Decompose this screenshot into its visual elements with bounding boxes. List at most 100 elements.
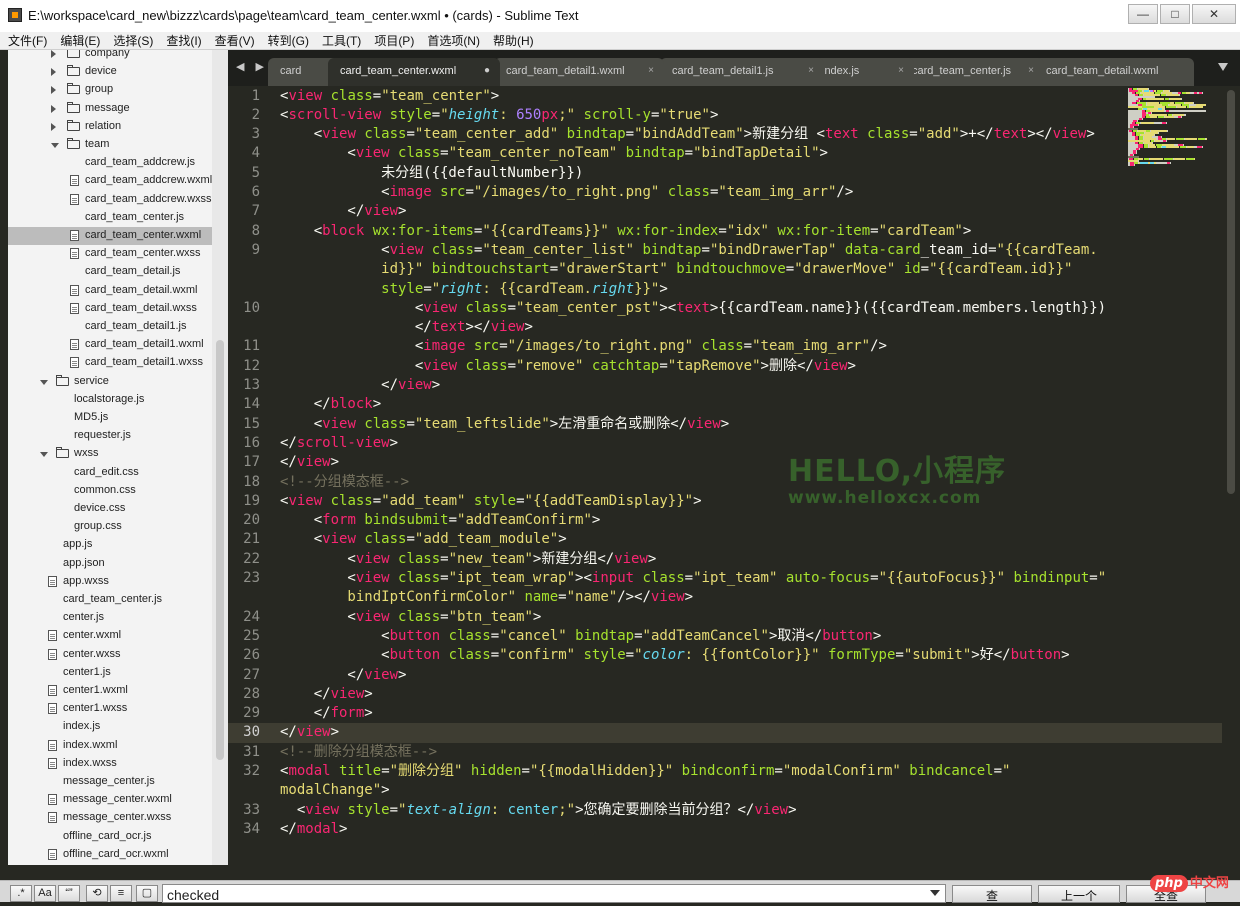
code-line[interactable]: <view class="btn_team"> (280, 608, 541, 627)
code-line[interactable]: </modal> (280, 820, 347, 839)
tab-1[interactable]: card_team_center.wxml ● (328, 58, 500, 86)
code-line[interactable]: style="right: {{cardTeam.right}}"> (280, 280, 668, 299)
file-item[interactable]: center1.js (8, 664, 212, 682)
file-item[interactable]: card_team_center.js (8, 591, 212, 609)
menu-item[interactable]: 工具(T) (322, 32, 361, 49)
code-line[interactable]: <form bindsubmit="addTeamConfirm"> (280, 511, 601, 530)
file-item[interactable]: offline_card_ocr.js (8, 828, 212, 846)
code-editor[interactable]: 1 2 3 4 5 6 7 8 9 10 11 12 13 14 15 16 17 18 19 20 21 22 23 24 2… (228, 86, 1240, 880)
tab-nav-arrows[interactable]: ◀ ▶ (236, 60, 268, 73)
code-line[interactable]: <view style="text-align: center;">您确定要删除… (280, 801, 797, 820)
code-line[interactable]: <modal title="删除分组" hidden="{{modalHidde… (280, 762, 1010, 781)
file-item[interactable]: group.css (8, 518, 212, 536)
file-item[interactable]: app.json (8, 555, 212, 573)
file-item[interactable]: card_team_addcrew.js (8, 154, 212, 172)
whole-word-toggle-button[interactable]: “” (58, 885, 80, 902)
code-line[interactable]: </view> (280, 685, 373, 704)
code-line[interactable]: <image src="/images/to_right.png" class=… (280, 183, 853, 202)
file-item[interactable]: localstorage.js (8, 391, 212, 409)
file-item[interactable]: index.wxml (8, 737, 212, 755)
code-line[interactable]: modalChange"> (280, 781, 390, 800)
tab-close-icon[interactable]: × (648, 58, 654, 84)
file-item[interactable]: card_team_detail1.wxml (8, 336, 212, 354)
file-item[interactable]: MD5.js (8, 409, 212, 427)
tab-4[interactable]: index.js × (810, 58, 914, 86)
menu-item[interactable]: 项目(P) (374, 32, 414, 49)
code-line[interactable]: <view class="ipt_team_wrap"><input class… (280, 569, 1106, 588)
minimize-button[interactable]: — (1128, 4, 1158, 24)
chevron-right-icon[interactable] (51, 104, 56, 113)
in-selection-toggle-button[interactable]: ≡ (110, 885, 132, 902)
file-item[interactable]: center.wxss (8, 646, 212, 664)
menu-item[interactable]: 转到(G) (268, 32, 309, 49)
file-item[interactable]: message_center.wxss (8, 809, 212, 827)
code-line[interactable]: <view class="team_center"> (280, 87, 499, 106)
find-button[interactable]: 查 (952, 885, 1032, 903)
regex-toggle-button[interactable]: .* (10, 885, 32, 902)
file-item[interactable]: card_team_detail1.wxss (8, 354, 212, 372)
code-line[interactable]: <button class="cancel" bindtap="addTeamC… (280, 627, 881, 646)
code-line[interactable]: <view class="remove" catchtap="tapRemove… (280, 357, 856, 376)
code-line[interactable]: </view> (280, 376, 440, 395)
tab-close-icon[interactable]: × (1028, 58, 1034, 84)
maximize-button[interactable]: □ (1160, 4, 1190, 24)
menu-item[interactable]: 文件(F) (8, 32, 47, 49)
tab-6[interactable]: card_team_detail.wxml (1034, 58, 1194, 86)
code-line[interactable]: </form> (280, 704, 373, 723)
editor-scrollbar[interactable] (1222, 86, 1240, 880)
code-line[interactable]: 未分组({{defaultNumber}}) (280, 164, 583, 183)
file-item[interactable]: index.js (8, 718, 212, 736)
menu-item[interactable]: 帮助(H) (493, 32, 534, 49)
file-item[interactable]: index.wxss (8, 755, 212, 773)
menu-item[interactable]: 首选项(N) (427, 32, 480, 49)
menu-item[interactable]: 编辑(E) (60, 32, 100, 49)
code-line[interactable]: <scroll-view style="height: 650px;" scro… (280, 106, 718, 125)
file-item[interactable]: card_team_addcrew.wxml (8, 172, 212, 190)
code-line[interactable]: </block> (280, 395, 381, 414)
close-button[interactable]: ✕ (1192, 4, 1236, 24)
file-item[interactable]: app.wxss (8, 573, 212, 591)
folder-item[interactable]: team (8, 136, 212, 154)
file-item[interactable]: center.js (8, 609, 212, 627)
code-line[interactable]: </scroll-view> (280, 434, 398, 453)
file-item[interactable]: card_edit.css (8, 464, 212, 482)
file-item[interactable]: card_team_detail.wxss (8, 300, 212, 318)
find-input[interactable]: checked (162, 884, 946, 903)
code-line[interactable]: id}}" bindtouchstart="drawerStart" bindt… (280, 260, 1072, 279)
file-item[interactable]: card_team_addcrew.wxss (8, 191, 212, 209)
tab-close-icon[interactable]: × (898, 58, 904, 84)
file-item[interactable]: card_team_center.wxss (8, 245, 212, 263)
tab-dropdown-icon[interactable] (1218, 63, 1228, 71)
code-line[interactable]: <view class="add_team_module"> (280, 530, 567, 549)
code-line[interactable]: </view> (280, 202, 406, 221)
file-item[interactable]: message_center.wxml (8, 791, 212, 809)
file-item[interactable]: requester.js (8, 427, 212, 445)
tab-5[interactable]: card_team_center.js × (900, 58, 1044, 86)
tab-3[interactable]: card_team_detail1.js × (660, 58, 824, 86)
code-line[interactable]: </view> (280, 666, 406, 685)
chevron-right-icon[interactable] (51, 68, 56, 77)
folder-item[interactable]: service (8, 373, 212, 391)
file-item[interactable]: card_team_center.wxml (8, 227, 212, 245)
code-line[interactable]: <button class="confirm" style="color: {{… (280, 646, 1069, 665)
code-line[interactable]: <view class="team_center_pst"><text>{{ca… (280, 299, 1106, 318)
code-line[interactable]: <!--分组模态框--> (280, 473, 409, 492)
chevron-right-icon[interactable] (51, 122, 56, 131)
file-item[interactable]: card_team_detail.js (8, 263, 212, 281)
tab-2[interactable]: card_team_detail1.wxml × (494, 58, 664, 86)
code-line[interactable]: <block wx:for-items = "{{cardTeams}}" wx:f… (280, 222, 972, 241)
code-line[interactable]: <view class="team_center_noTeam" bindtap… (280, 144, 828, 163)
sidebar-scrollbar[interactable] (212, 50, 228, 865)
file-item[interactable]: card_team_center.js (8, 209, 212, 227)
chevron-down-icon[interactable] (40, 379, 48, 385)
chevron-down-icon[interactable] (40, 452, 48, 458)
file-item[interactable]: center.wxml (8, 627, 212, 645)
chevron-right-icon[interactable] (51, 50, 56, 58)
file-item[interactable]: center1.wxml (8, 682, 212, 700)
find-prev-button[interactable]: 上一个 (1038, 885, 1120, 903)
folder-item[interactable]: message (8, 100, 212, 118)
code-line[interactable]: </view> (280, 723, 339, 742)
editor-scroll-thumb[interactable] (1227, 90, 1235, 494)
code-line[interactable]: <view class="team_leftslide">左滑重命名或删除</v… (280, 415, 730, 434)
tab-close-icon[interactable]: × (808, 58, 814, 84)
